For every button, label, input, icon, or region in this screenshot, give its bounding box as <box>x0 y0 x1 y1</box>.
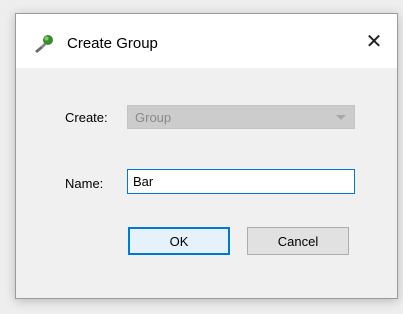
cancel-button[interactable]: Cancel <box>247 227 349 255</box>
create-label: Create: <box>65 110 108 125</box>
title-bar[interactable]: Create Group ✕ <box>16 14 397 68</box>
create-group-dialog: Create Group ✕ Create: Group Name: OK Ca… <box>15 13 398 299</box>
dialog-title: Create Group <box>67 35 158 52</box>
close-button[interactable]: ✕ <box>351 14 397 68</box>
create-type-select: Group <box>127 105 355 129</box>
close-icon: ✕ <box>365 30 383 53</box>
name-label: Name: <box>65 176 104 191</box>
create-type-value: Group <box>135 110 172 125</box>
chevron-down-icon <box>336 115 346 120</box>
name-input[interactable] <box>127 169 355 194</box>
tool-icon <box>33 34 55 54</box>
ok-button[interactable]: OK <box>128 227 230 255</box>
